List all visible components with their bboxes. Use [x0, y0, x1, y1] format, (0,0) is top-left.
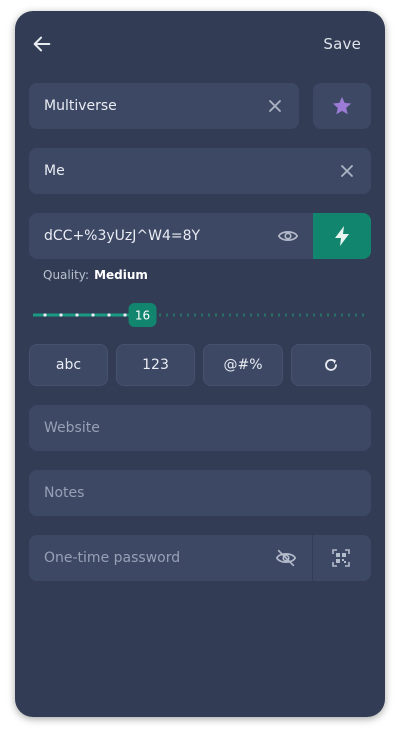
slider-tick [91, 313, 95, 317]
eye-icon[interactable] [277, 226, 299, 246]
slider-tick [59, 313, 63, 317]
otp-placeholder: One-time password [44, 550, 181, 566]
slider-thumb[interactable]: 16 [128, 303, 157, 327]
slider-tick [123, 313, 127, 317]
quality-value: Medium [94, 268, 148, 282]
title-field[interactable]: Multiverse [29, 83, 299, 129]
notes-field[interactable]: Notes [29, 470, 371, 516]
favorite-button[interactable] [313, 83, 371, 129]
website-placeholder: Website [44, 420, 100, 436]
username-field[interactable]: Me [29, 148, 371, 194]
otp-field[interactable]: One-time password [29, 535, 371, 581]
qr-scan-button[interactable] [313, 535, 371, 581]
length-value: 16 [135, 309, 150, 323]
qr-scan-icon [332, 549, 350, 567]
clear-icon[interactable] [339, 163, 355, 179]
slider-tick [43, 313, 47, 317]
save-button[interactable]: Save [323, 35, 361, 53]
quality-indicator: Quality: Medium [43, 268, 148, 282]
slider-tick [75, 313, 79, 317]
digits-toggle[interactable]: 123 [116, 344, 195, 386]
title-value: Multiverse [44, 98, 117, 114]
username-value: Me [44, 163, 65, 179]
eye-off-icon[interactable] [275, 548, 297, 568]
slider-tick [107, 313, 111, 317]
symbols-toggle[interactable]: @#% [203, 344, 283, 386]
refresh-icon [325, 359, 337, 371]
length-slider[interactable]: 16 [31, 303, 371, 327]
arrow-left-icon[interactable] [31, 33, 53, 55]
clear-icon[interactable] [267, 98, 283, 114]
notes-placeholder: Notes [44, 485, 85, 501]
generate-password-button[interactable] [313, 213, 371, 259]
top-bar: Save [15, 11, 385, 77]
password-field[interactable]: dCC+%3yUzJ^W4=8Y [29, 213, 371, 259]
website-field[interactable]: Website [29, 405, 371, 451]
quality-label: Quality: [43, 268, 90, 282]
editor-screen: Save Multiverse Me dCC+%3yUzJ^W4=8Y Qual… [15, 11, 385, 717]
lightning-icon [335, 226, 349, 246]
lowercase-toggle[interactable]: abc [29, 344, 108, 386]
password-value: dCC+%3yUzJ^W4=8Y [44, 228, 201, 244]
star-icon [332, 96, 352, 115]
regenerate-button[interactable] [291, 344, 371, 386]
